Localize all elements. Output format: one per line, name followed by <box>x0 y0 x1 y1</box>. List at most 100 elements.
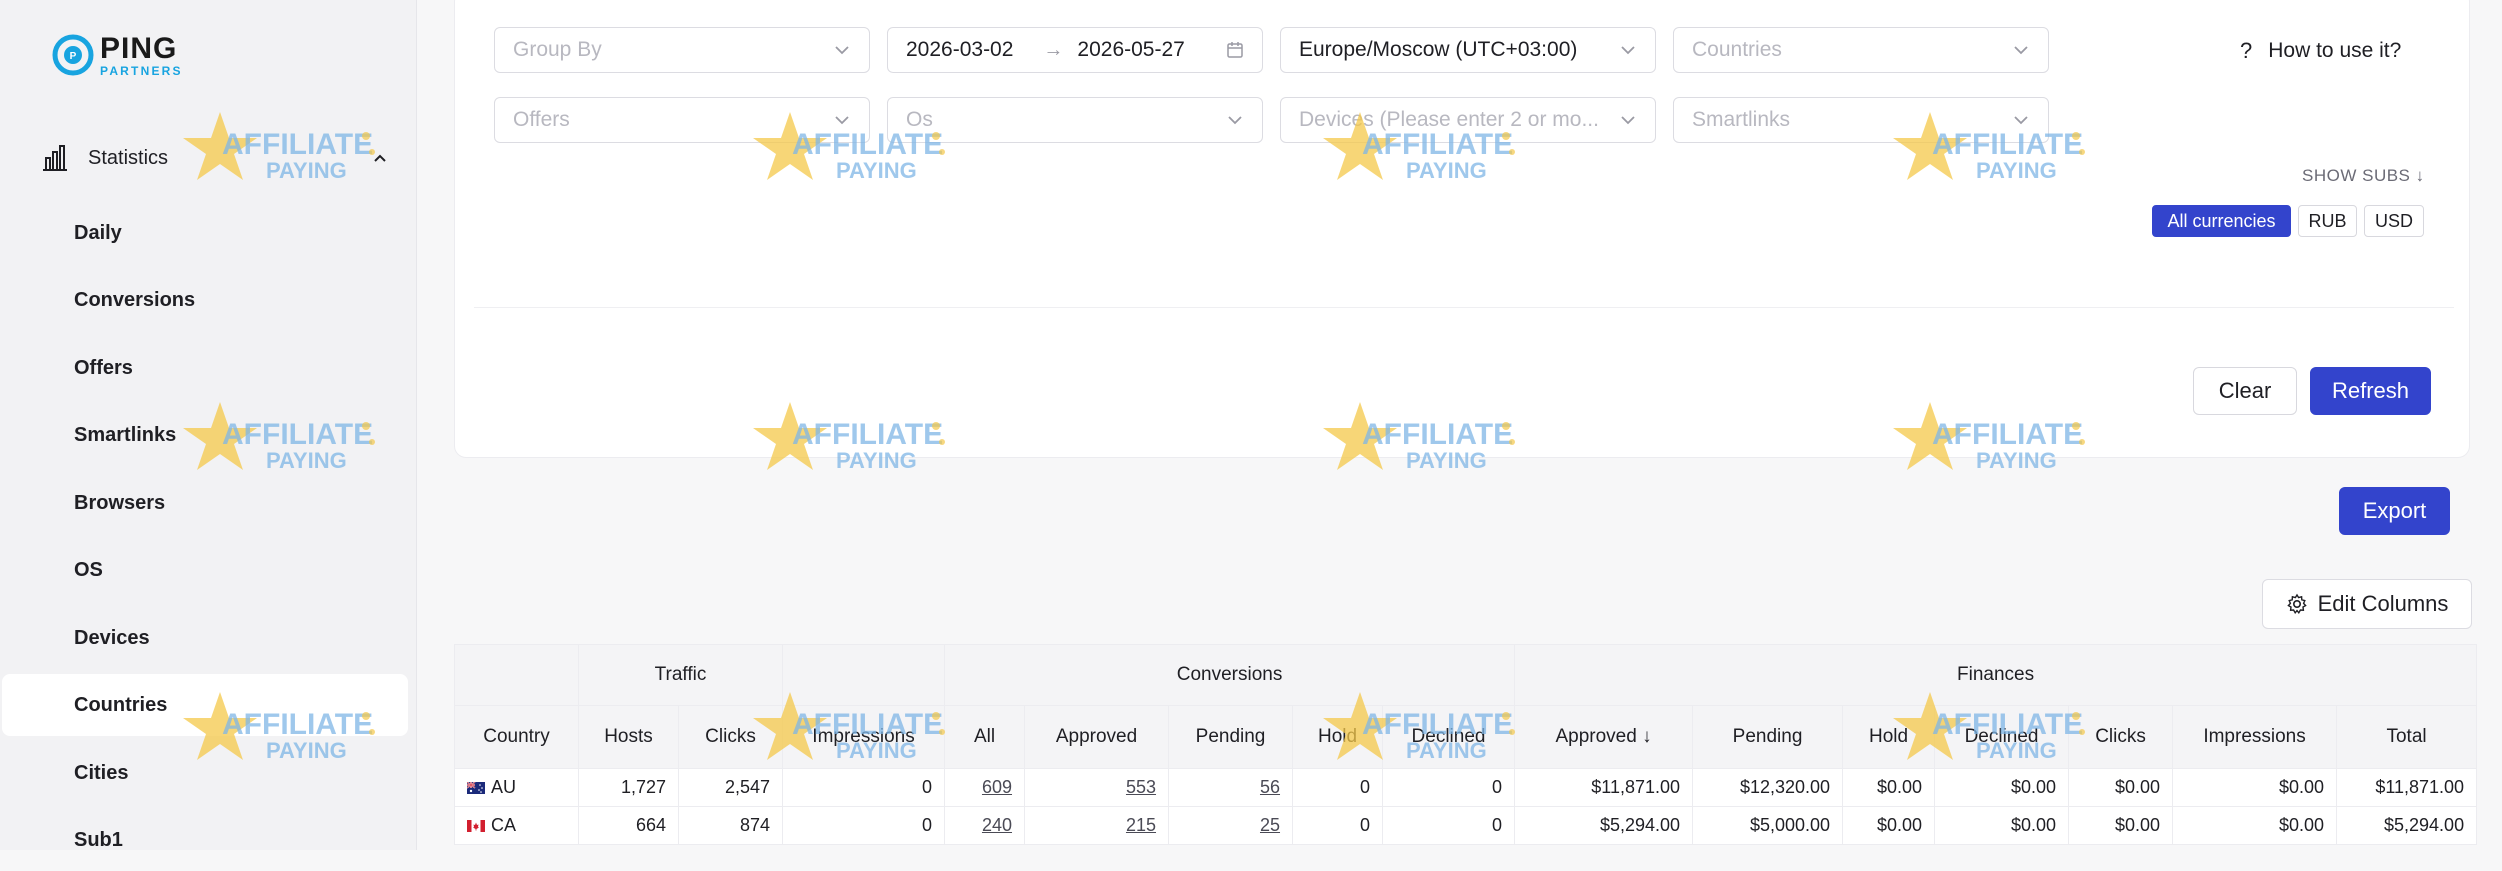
sidebar-item-label: Daily <box>74 221 122 244</box>
sidebar-item-label: Sub1 <box>74 828 123 851</box>
sidebar-item-sub1[interactable]: Sub1 <box>0 809 410 871</box>
conv-all-link[interactable]: 609 <box>982 777 1012 797</box>
cell-conv-declined: 0 <box>1382 768 1516 807</box>
currency-usd-button[interactable]: USD <box>2364 205 2424 237</box>
sidebar: P PING PARTNERS Statistics Daily Convers… <box>0 0 417 851</box>
col-fin-approved[interactable]: Approved ↓ <box>1514 705 1694 769</box>
show-subs-label: SHOW SUBS <box>2302 166 2411 185</box>
country-code: CA <box>491 815 517 835</box>
chevron-down-icon <box>835 116 849 125</box>
question-icon: ? <box>2240 38 2253 63</box>
group-by-select[interactable]: Group By <box>494 27 870 73</box>
col-country[interactable]: Country <box>454 705 579 769</box>
cell-country: AU <box>454 768 579 807</box>
chevron-up-icon <box>374 154 386 162</box>
cell-fin-hold: $0.00 <box>1842 768 1936 807</box>
sidebar-item-daily[interactable]: Daily <box>0 202 410 264</box>
cell-fin-clicks: $0.00 <box>2068 768 2174 807</box>
export-label: Export <box>2362 498 2427 523</box>
countries-select[interactable]: Countries <box>1673 27 2049 73</box>
conv-approved-link[interactable]: 215 <box>1126 815 1156 835</box>
smartlinks-select[interactable]: Smartlinks <box>1673 97 2049 143</box>
sidebar-item-browsers[interactable]: Browsers <box>0 472 410 534</box>
sidebar-item-countries[interactable]: Countries <box>2 674 408 736</box>
cell-fin-impressions: $0.00 <box>2172 768 2338 807</box>
col-fin-impressions[interactable]: Impressions <box>2172 705 2338 769</box>
sidebar-item-cities[interactable]: Cities <box>0 742 410 804</box>
offers-select[interactable]: Offers <box>494 97 870 143</box>
col-hosts[interactable]: Hosts <box>578 705 679 769</box>
currency-all-button[interactable]: All currencies <box>2152 205 2291 237</box>
flag-au-icon <box>467 782 485 795</box>
col-fin-total[interactable]: Total <box>2336 705 2478 769</box>
clear-button[interactable]: Clear <box>2193 367 2297 415</box>
col-conv-pending[interactable]: Pending <box>1168 705 1294 769</box>
svg-text:P: P <box>70 51 77 62</box>
conv-pending-link[interactable]: 25 <box>1260 815 1280 835</box>
cell-conv-all: 609 <box>944 768 1026 807</box>
devices-placeholder: Devices (Please enter 2 or mo... <box>1299 108 1599 131</box>
sidebar-section-statistics[interactable]: Statistics <box>40 140 390 176</box>
group-by-placeholder: Group By <box>513 38 602 61</box>
date-from[interactable]: 2026-03-02 <box>906 38 1013 62</box>
edit-columns-label: Edit Columns <box>2317 591 2449 616</box>
currency-label: RUB <box>2308 210 2347 231</box>
date-range-picker[interactable]: 2026-03-02 → 2026-05-27 <box>887 27 1263 73</box>
chevron-down-icon <box>835 46 849 55</box>
sidebar-item-label: Cities <box>74 761 129 784</box>
group-header-conversions: Conversions <box>944 644 1516 706</box>
brand-logo[interactable]: P PING PARTNERS <box>52 32 183 78</box>
cell-conv-approved: 215 <box>1024 806 1170 845</box>
sidebar-item-devices[interactable]: Devices <box>0 607 410 669</box>
timezone-select[interactable]: Europe/Moscow (UTC+03:00) <box>1280 27 1656 73</box>
conv-all-link[interactable]: 240 <box>982 815 1012 835</box>
sidebar-item-label: Devices <box>74 626 150 649</box>
cell-fin-impressions: $0.00 <box>2172 806 2338 845</box>
brand-name: PING <box>100 31 178 65</box>
sidebar-item-label: OS <box>74 558 103 581</box>
country-code: AU <box>491 777 517 797</box>
col-conv-hold[interactable]: Hold <box>1292 705 1384 769</box>
sidebar-item-label: Countries <box>74 693 168 716</box>
os-select[interactable]: Os <box>887 97 1263 143</box>
col-fin-pending[interactable]: Pending <box>1692 705 1844 769</box>
edit-columns-button[interactable]: Edit Columns <box>2262 579 2472 629</box>
col-fin-declined[interactable]: Declined <box>1934 705 2070 769</box>
cell-country: CA <box>454 806 579 845</box>
cell-hosts: 1,727 <box>578 768 679 807</box>
currency-rub-button[interactable]: RUB <box>2298 205 2357 237</box>
show-subs-toggle[interactable]: SHOW SUBS ↓ <box>2302 166 2425 186</box>
timezone-value: Europe/Moscow (UTC+03:00) <box>1299 38 1578 61</box>
table-row: AU 1,727 2,547 0 609 553 56 0 0 $11,871.… <box>454 768 2478 807</box>
sidebar-item-smartlinks[interactable]: Smartlinks <box>0 404 410 466</box>
col-clicks[interactable]: Clicks <box>677 705 784 769</box>
col-fin-clicks[interactable]: Clicks <box>2068 705 2174 769</box>
chevron-down-icon <box>2014 46 2028 55</box>
currency-label: USD <box>2374 210 2413 231</box>
col-fin-hold[interactable]: Hold <box>1842 705 1936 769</box>
group-header-empty <box>782 644 946 706</box>
conv-approved-link[interactable]: 553 <box>1126 777 1156 797</box>
devices-select[interactable]: Devices (Please enter 2 or mo... <box>1280 97 1656 143</box>
cell-clicks: 2,547 <box>677 768 784 807</box>
cell-conv-hold: 0 <box>1292 768 1384 807</box>
countries-placeholder: Countries <box>1692 38 1782 61</box>
date-to[interactable]: 2026-05-27 <box>1077 38 1226 62</box>
col-conv-all[interactable]: All <box>944 705 1026 769</box>
currency-label: All currencies <box>2167 210 2276 231</box>
conv-pending-link[interactable]: 56 <box>1260 777 1280 797</box>
calendar-icon <box>1227 42 1243 58</box>
col-conv-approved[interactable]: Approved <box>1024 705 1170 769</box>
refresh-button[interactable]: Refresh <box>2310 367 2431 415</box>
sidebar-item-conversions[interactable]: Conversions <box>0 269 410 331</box>
col-conv-declined[interactable]: Declined <box>1382 705 1516 769</box>
sidebar-item-offers[interactable]: Offers <box>0 337 410 399</box>
sidebar-item-os[interactable]: OS <box>0 539 410 601</box>
cell-fin-pending: $12,320.00 <box>1692 768 1844 807</box>
export-button[interactable]: Export <box>2339 487 2450 535</box>
col-impressions[interactable]: Impressions <box>782 705 946 769</box>
arrow-right-icon: → <box>1043 38 1064 61</box>
how-to-use-link[interactable]: ? How to use it? <box>2240 38 2401 64</box>
chevron-down-icon <box>1621 116 1635 125</box>
ping-logo-icon: P <box>52 34 94 76</box>
